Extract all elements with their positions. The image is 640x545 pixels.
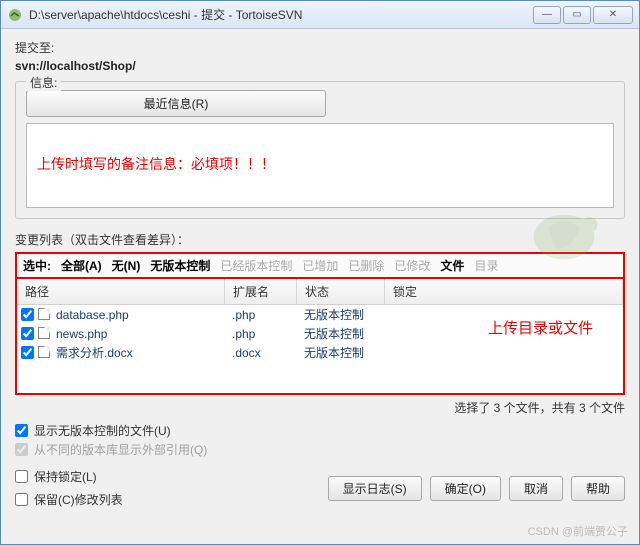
checkbox-label: 显示无版本控制的文件(U)	[34, 422, 171, 439]
watermark-text: CSDN @前端贾公子	[528, 523, 628, 539]
titlebar[interactable]: D:\server\apache\htdocs\ceshi - 提交 - Tor…	[1, 1, 639, 29]
table-row[interactable]: 需求分析.docx .docx 无版本控制	[17, 343, 623, 362]
keep-locks-checkbox[interactable]: 保持锁定(L)	[15, 468, 123, 485]
message-legend: 信息:	[26, 74, 61, 91]
file-ext: .docx	[232, 346, 304, 360]
file-name: database.php	[56, 308, 232, 322]
select-unversioned[interactable]: 无版本控制	[150, 257, 210, 274]
row-checkbox[interactable]	[21, 346, 34, 359]
file-status: 无版本控制	[304, 344, 392, 361]
select-none[interactable]: 无(N)	[112, 257, 141, 274]
window-controls: — ▭ ✕	[533, 6, 633, 24]
cancel-button[interactable]: 取消	[509, 476, 563, 501]
col-status[interactable]: 状态	[297, 279, 385, 304]
help-button[interactable]: 帮助	[571, 476, 625, 501]
file-icon	[38, 308, 52, 322]
window-title: D:\server\apache\htdocs\ceshi - 提交 - Tor…	[29, 6, 533, 23]
selection-toolbar: 选中: 全部(A) 无(N) 无版本控制 已经版本控制 已增加 已删除 已修改 …	[15, 252, 625, 279]
client-area: 提交至: svn://localhost/Shop/ 信息: 最近信息(R) 上…	[1, 29, 639, 518]
message-group: 信息: 最近信息(R) 上传时填写的备注信息：必填项！！！	[15, 81, 625, 219]
show-log-button[interactable]: 显示日志(S)	[328, 476, 422, 501]
checkbox[interactable]	[15, 470, 28, 483]
checkbox[interactable]	[15, 493, 28, 506]
row-checkbox[interactable]	[21, 308, 34, 321]
selection-status: 选择了 3 个文件，共有 3 个文件	[15, 395, 625, 420]
file-ext: .php	[232, 327, 304, 341]
col-ext[interactable]: 扩展名	[225, 279, 297, 304]
show-externals-checkbox: 从不同的版本库显示外部引用(Q)	[15, 441, 625, 458]
select-dirs: 目录	[474, 257, 498, 274]
commit-dialog: D:\server\apache\htdocs\ceshi - 提交 - Tor…	[0, 0, 640, 545]
checkbox-label: 从不同的版本库显示外部引用(Q)	[34, 441, 207, 458]
show-unversioned-checkbox[interactable]: 显示无版本控制的文件(U)	[15, 422, 625, 439]
keep-changelist-checkbox[interactable]: 保留(C)修改列表	[15, 491, 123, 508]
file-status: 无版本控制	[304, 306, 392, 323]
annotation-filelist: 上传目录或文件	[488, 317, 593, 338]
column-headers[interactable]: 路径 扩展名 状态 锁定	[17, 279, 623, 305]
col-path[interactable]: 路径	[17, 279, 225, 304]
close-button[interactable]: ✕	[593, 6, 633, 24]
select-modified: 已修改	[394, 257, 430, 274]
file-status: 无版本控制	[304, 325, 392, 342]
commit-message-input[interactable]: 上传时填写的备注信息：必填项！！！	[26, 123, 614, 208]
checkbox[interactable]	[15, 424, 28, 437]
select-all[interactable]: 全部(A)	[61, 257, 102, 274]
select-versioned: 已经版本控制	[220, 257, 292, 274]
ok-button[interactable]: 确定(O)	[430, 476, 501, 501]
changelist-label: 变更列表（双击文件查看差异）：	[15, 231, 625, 248]
select-label: 选中:	[23, 257, 51, 274]
footer: 保持锁定(L) 保留(C)修改列表 显示日志(S) 确定(O) 取消 帮助	[15, 466, 625, 510]
row-checkbox[interactable]	[21, 327, 34, 340]
recent-messages-button[interactable]: 最近信息(R)	[26, 90, 326, 117]
file-name: news.php	[56, 327, 232, 341]
select-added: 已增加	[302, 257, 338, 274]
checkbox-label: 保持锁定(L)	[34, 468, 97, 485]
file-list: 路径 扩展名 状态 锁定 database.php .php 无版本控制 new…	[15, 279, 625, 395]
commit-url: svn://localhost/Shop/	[15, 59, 625, 73]
file-ext: .php	[232, 308, 304, 322]
checkbox-label: 保留(C)修改列表	[34, 491, 123, 508]
file-icon	[38, 327, 52, 341]
select-files[interactable]: 文件	[440, 257, 464, 274]
col-lock[interactable]: 锁定	[385, 279, 623, 304]
select-deleted: 已删除	[348, 257, 384, 274]
annotation-message: 上传时填写的备注信息：必填项！！！	[37, 154, 603, 174]
file-icon	[38, 346, 52, 360]
checkbox	[15, 443, 28, 456]
minimize-button[interactable]: —	[533, 6, 561, 24]
file-name: 需求分析.docx	[56, 344, 232, 361]
app-icon	[7, 7, 23, 23]
commit-to-label: 提交至:	[15, 39, 625, 56]
maximize-button[interactable]: ▭	[563, 6, 591, 24]
